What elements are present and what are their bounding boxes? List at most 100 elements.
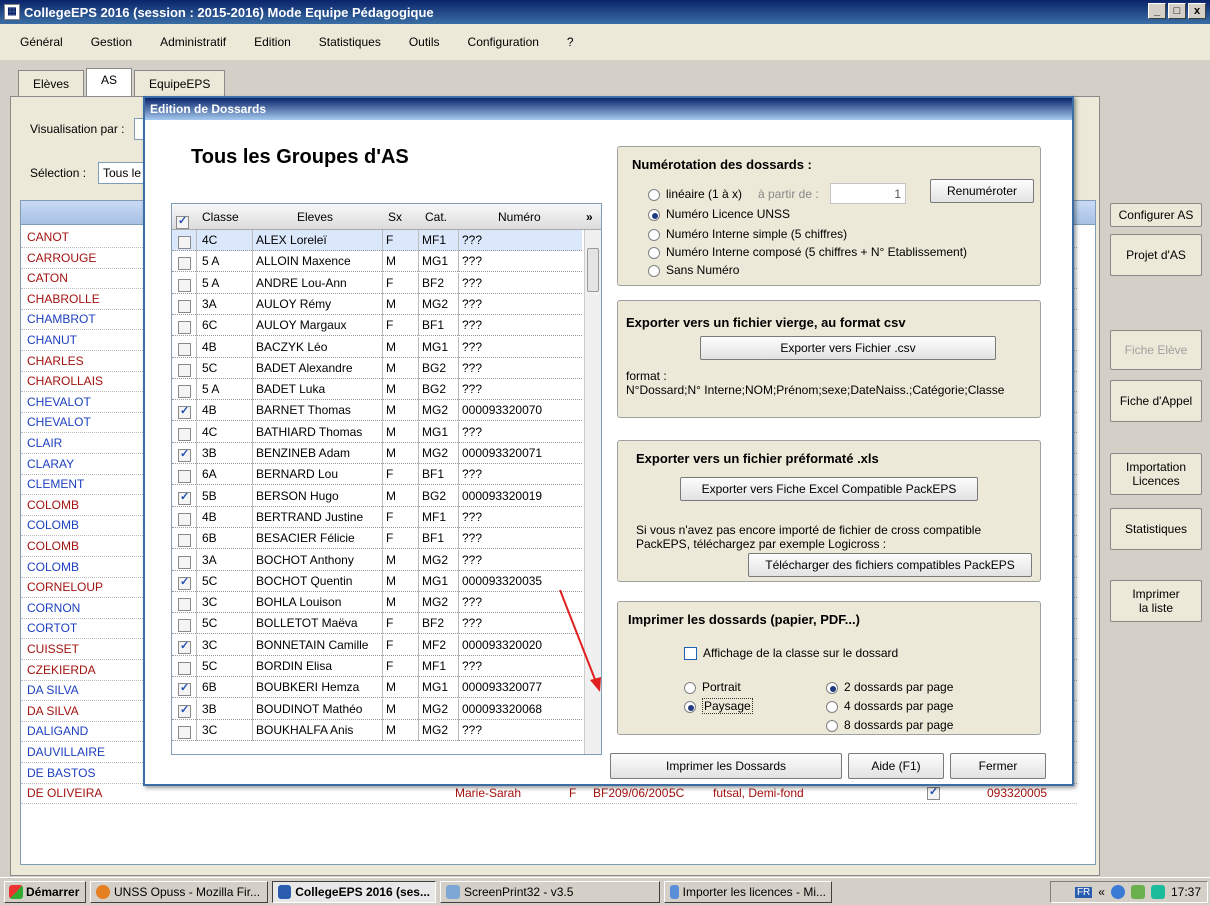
grid-cell-cat: MG2 <box>422 701 449 716</box>
grid-row[interactable]: 5C BOLLETOT Maëva F BF2??? <box>172 613 582 635</box>
clock: 17:37 <box>1170 885 1201 899</box>
grid-row[interactable]: 3C BOUKHALFA Anis M MG2??? <box>172 719 582 741</box>
radio-4-par-page[interactable]: 4 dossards par page <box>826 699 953 713</box>
selection-select[interactable]: Tous le <box>98 162 148 184</box>
start-button[interactable]: Démarrer <box>4 880 86 903</box>
grid-row[interactable]: 6B BESACIER Félicie F BF1??? <box>172 528 582 550</box>
menu-edition[interactable]: Edition <box>254 35 291 49</box>
header-more[interactable]: » <box>586 210 593 224</box>
menu-administratif[interactable]: Administratif <box>160 35 226 49</box>
grid-row[interactable]: 3B BOUDINOT Mathéo M MG2 000093320068 <box>172 698 582 720</box>
grid-row[interactable]: 4B BARNET Thomas M MG2 000093320070 <box>172 400 582 422</box>
student-name: CHABROLLE <box>27 291 100 306</box>
student-row[interactable]: DE OLIVEIRA Marie-Sarah F BF2 09/06/200: 5C fu… <box>21 783 1077 805</box>
radio-lineaire[interactable]: linéaire (1 à x) <box>648 187 742 201</box>
radio-2-par-page[interactable]: 2 dossards par page <box>826 680 953 694</box>
radio-8-par-page[interactable]: 8 dossards par page <box>826 718 953 732</box>
taskbar-item-collegeeps[interactable]: CollegeEPS 2016 (ses... <box>272 880 436 903</box>
fermer-button[interactable]: Fermer <box>950 753 1046 779</box>
tab-eleves[interactable]: Elèves <box>18 70 85 97</box>
grid-row[interactable]: 4B BACZYK Léo M MG1??? <box>172 336 582 358</box>
student-checkbox[interactable] <box>927 785 940 801</box>
grid-row[interactable]: 3B BENZINEB Adam M MG2 000093320071 <box>172 443 582 464</box>
grid-cell-numero: 000093320068 <box>462 701 543 716</box>
tab-as[interactable]: AS <box>86 68 133 97</box>
aide-button[interactable]: Aide (F1) <box>848 753 944 779</box>
student-name: CORNON <box>27 600 81 615</box>
statistiques-button[interactable]: Statistiques <box>1110 508 1202 550</box>
network-icon[interactable] <box>1110 885 1125 899</box>
student-name: CATON <box>27 271 68 286</box>
grid-row[interactable]: 3A BOCHOT Anthony M MG2??? <box>172 549 582 571</box>
export-csv-button[interactable]: Exporter vers Fichier .csv <box>700 336 996 360</box>
header-eleves[interactable]: Eleves <box>297 210 333 224</box>
menu-general[interactable]: Général <box>20 35 63 49</box>
header-numero[interactable]: Numéro <box>498 210 541 224</box>
monitor-icon[interactable] <box>1150 885 1165 899</box>
grid-row[interactable]: 5 A ANDRE Lou-Ann F BF2??? <box>172 272 582 294</box>
grid-row[interactable]: 3C BONNETAIN Camille F MF2 000093320020 <box>172 634 582 656</box>
radio-licence-unss[interactable]: Numéro Licence UNSS <box>648 207 790 221</box>
taskbar-item-screenprint[interactable]: ScreenPrint32 - v3.5 <box>440 880 660 903</box>
security-icon[interactable] <box>1130 885 1145 899</box>
fiche-eleve-button[interactable]: Fiche Elève <box>1110 330 1202 370</box>
radio-sans-numero[interactable]: Sans Numéro <box>648 263 739 277</box>
grid-row[interactable]: 5C BORDIN Elisa F MF1??? <box>172 656 582 677</box>
renumeroter-button[interactable]: Renuméroter <box>930 179 1034 203</box>
projet-as-button[interactable]: Projet d'AS <box>1110 234 1202 276</box>
menu-statistiques[interactable]: Statistiques <box>319 35 381 49</box>
grid-scroll-thumb[interactable] <box>587 248 599 292</box>
grid-row[interactable]: 5B BERSON Hugo M BG2 000093320019 <box>172 485 582 507</box>
tab-equipeeps[interactable]: EquipeEPS <box>134 70 226 97</box>
grid-cell-sx: F <box>386 531 394 546</box>
imprimer-dossards-button[interactable]: Imprimer les Dossards <box>610 753 842 779</box>
start-number-field[interactable]: 1 <box>830 183 906 204</box>
radio-portrait[interactable]: Portrait <box>684 680 741 694</box>
grid-row[interactable]: 6C AULOY Margaux F BF1??? <box>172 315 582 337</box>
grid-row[interactable]: 4B BERTRAND Justine F MF1??? <box>172 506 582 528</box>
configurer-as-button[interactable]: Configurer AS <box>1110 203 1202 227</box>
taskbar-item-firefox[interactable]: UNSS Opuss - Mozilla Fir... <box>90 880 268 903</box>
grid-cell-eleve: BOUBKERI Hemza <box>256 680 360 695</box>
grid-row[interactable]: 5 A ALLOIN Maxence M MG1??? <box>172 251 582 273</box>
grid-row[interactable]: 4C ALEX Loreleï F MF1??? <box>172 230 582 251</box>
affichage-classe-checkbox[interactable]: Affichage de la classe sur le dossard <box>684 646 898 661</box>
grid-scrollbar[interactable] <box>584 230 601 754</box>
radio-paysage[interactable]: Paysage <box>684 698 753 714</box>
grid-row[interactable]: 3C BOHLA Louison M MG2??? <box>172 592 582 614</box>
maximize-button[interactable]: □ <box>1168 3 1186 19</box>
menu-help[interactable]: ? <box>567 35 574 49</box>
taskbar-item-importer[interactable]: Importer les licences - Mi... <box>664 880 832 903</box>
radio-interne-simple[interactable]: Numéro Interne simple (5 chiffres) <box>648 227 847 241</box>
tray-expand-icon[interactable]: « <box>1098 885 1105 899</box>
download-packeps-button[interactable]: Télécharger des fichiers compatibles Pac… <box>748 553 1032 577</box>
menu-outils[interactable]: Outils <box>409 35 440 49</box>
radio-interne-compose[interactable]: Numéro Interne composé (5 chiffres + N° … <box>648 245 967 259</box>
grid-row[interactable]: 3A AULOY Rémy M MG2??? <box>172 293 582 315</box>
language-indicator[interactable]: FR <box>1074 886 1093 898</box>
export-xls-button[interactable]: Exporter vers Fiche Excel Compatible Pac… <box>680 477 978 501</box>
export-csv-group: Exporter vers un fichier vierge, au form… <box>617 300 1041 418</box>
grid-row[interactable]: 5C BADET Alexandre M BG2??? <box>172 357 582 379</box>
student-birthdate: 09/06/200: <box>615 786 672 801</box>
importation-licences-button[interactable]: Importation Licences <box>1110 453 1202 495</box>
close-button[interactable]: x <box>1188 3 1206 19</box>
grid-row[interactable]: 5C BOCHOT Quentin M MG1 000093320035 <box>172 570 582 592</box>
header-classe[interactable]: Classe <box>202 210 239 224</box>
grid-cell-numero: ??? <box>462 339 483 354</box>
menu-configuration[interactable]: Configuration <box>468 35 539 49</box>
grid-cell-numero: ??? <box>462 659 483 673</box>
menu-gestion[interactable]: Gestion <box>91 35 132 49</box>
student-name: CLARAY <box>27 456 75 471</box>
imprimer-liste-button[interactable]: Imprimer la liste <box>1110 580 1202 622</box>
header-sx[interactable]: Sx <box>388 210 402 224</box>
grid-row[interactable]: 5 A BADET Luka M BG2??? <box>172 379 582 401</box>
header-cat[interactable]: Cat. <box>425 210 447 224</box>
fiche-appel-button[interactable]: Fiche d'Appel <box>1110 380 1202 422</box>
minimize-button[interactable]: _ <box>1148 3 1166 19</box>
grid-header: Classe Eleves Sx Cat. Numéro » <box>172 204 601 230</box>
grid-row[interactable]: 6A BERNARD Lou F BF1??? <box>172 464 582 486</box>
grid-row[interactable]: 6B BOUBKERI Hemza M MG1 000093320077 <box>172 677 582 699</box>
grid-cell-classe: 4C <box>202 233 218 247</box>
grid-row[interactable]: 4C BATHIARD Thomas M MG1??? <box>172 421 582 443</box>
